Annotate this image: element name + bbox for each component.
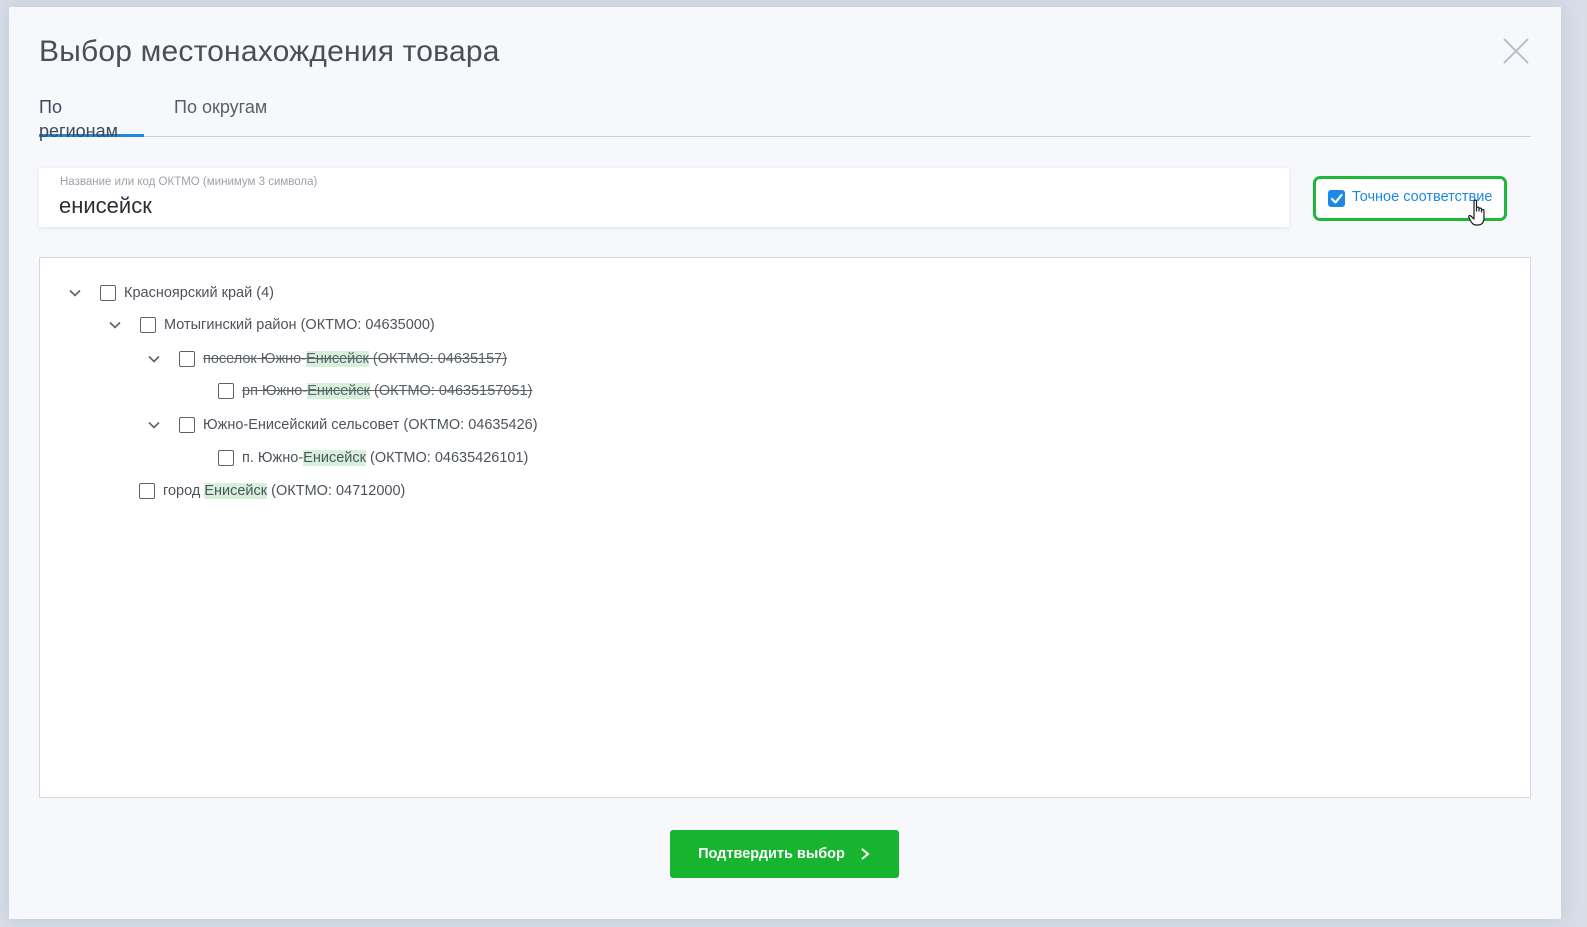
- tab-by-regions[interactable]: По регионам: [39, 95, 144, 141]
- tree-label: Красноярский край (4): [124, 285, 274, 301]
- tab-by-districts[interactable]: По округам: [174, 95, 274, 137]
- tree-row: рп Южно-Енисейск (ОКТМО: 04635157051): [218, 380, 532, 402]
- tree-label: поселок Южно-Енисейск (ОКТМО: 04635157): [203, 351, 508, 367]
- chevron-down-icon[interactable]: [147, 352, 161, 366]
- chevron-right-icon: [859, 847, 871, 861]
- tab-bar: По регионам По округам: [39, 95, 1531, 141]
- chevron-down-icon[interactable]: [68, 286, 82, 300]
- chevron-down-icon[interactable]: [147, 418, 161, 432]
- tree-checkbox[interactable]: [179, 351, 195, 367]
- tree-checkbox[interactable]: [179, 417, 195, 433]
- tree-checkbox[interactable]: [139, 483, 155, 499]
- tree-row: город Енисейск (ОКТМО: 04712000): [139, 480, 405, 502]
- tree-label: город Енисейск (ОКТМО: 04712000): [163, 483, 406, 499]
- confirm-selection-button[interactable]: Подтвердить выбор: [670, 830, 899, 878]
- checkmark-icon: [1330, 193, 1343, 204]
- location-modal: Выбор местонахождения товара По регионам…: [9, 7, 1561, 919]
- tree-checkbox[interactable]: [140, 317, 156, 333]
- tree-row: поселок Южно-Енисейск (ОКТМО: 04635157): [147, 348, 507, 370]
- tree-row: Красноярский край (4): [68, 282, 274, 304]
- tree-label: рп Южно-Енисейск (ОКТМО: 04635157051): [242, 383, 533, 399]
- search-highlight: Енисейск: [204, 483, 268, 499]
- confirm-selection-label: Подтвердить выбор: [698, 846, 845, 862]
- hand-cursor-icon: [1468, 199, 1485, 226]
- tree-checkbox[interactable]: [218, 383, 234, 399]
- search-highlight: Енисейск: [303, 450, 366, 466]
- search-input[interactable]: [59, 191, 1259, 221]
- modal-title: Выбор местонахождения товара: [39, 35, 500, 68]
- search-field[interactable]: Название или код ОКТМО (минимум 3 символ…: [39, 168, 1289, 227]
- tree-checkbox[interactable]: [100, 285, 116, 301]
- search-field-label: Название или код ОКТМО (минимум 3 символ…: [60, 176, 318, 188]
- close-button[interactable]: [1500, 35, 1532, 67]
- close-icon: [1503, 38, 1529, 64]
- tree-row: п. Южно-Енисейск (ОКТМО: 04635426101): [218, 447, 528, 469]
- chevron-down-icon[interactable]: [108, 318, 122, 332]
- tree-label: Мотыгинский район (ОКТМО: 04635000): [164, 317, 435, 333]
- tree-label: Южно-Енисейский сельсовет (ОКТМО: 046354…: [203, 417, 538, 433]
- exact-match-checkbox[interactable]: [1328, 190, 1345, 207]
- location-tree: Красноярский край (4) Мотыгинский район …: [39, 257, 1531, 798]
- tree-label: п. Южно-Енисейск (ОКТМО: 04635426101): [242, 450, 529, 466]
- search-highlight: Енисейск: [306, 351, 369, 367]
- tree-checkbox[interactable]: [218, 450, 234, 466]
- search-highlight: Енисейск: [307, 383, 370, 399]
- tree-row: Южно-Енисейский сельсовет (ОКТМО: 046354…: [147, 414, 538, 436]
- tree-row: Мотыгинский район (ОКТМО: 04635000): [108, 314, 435, 336]
